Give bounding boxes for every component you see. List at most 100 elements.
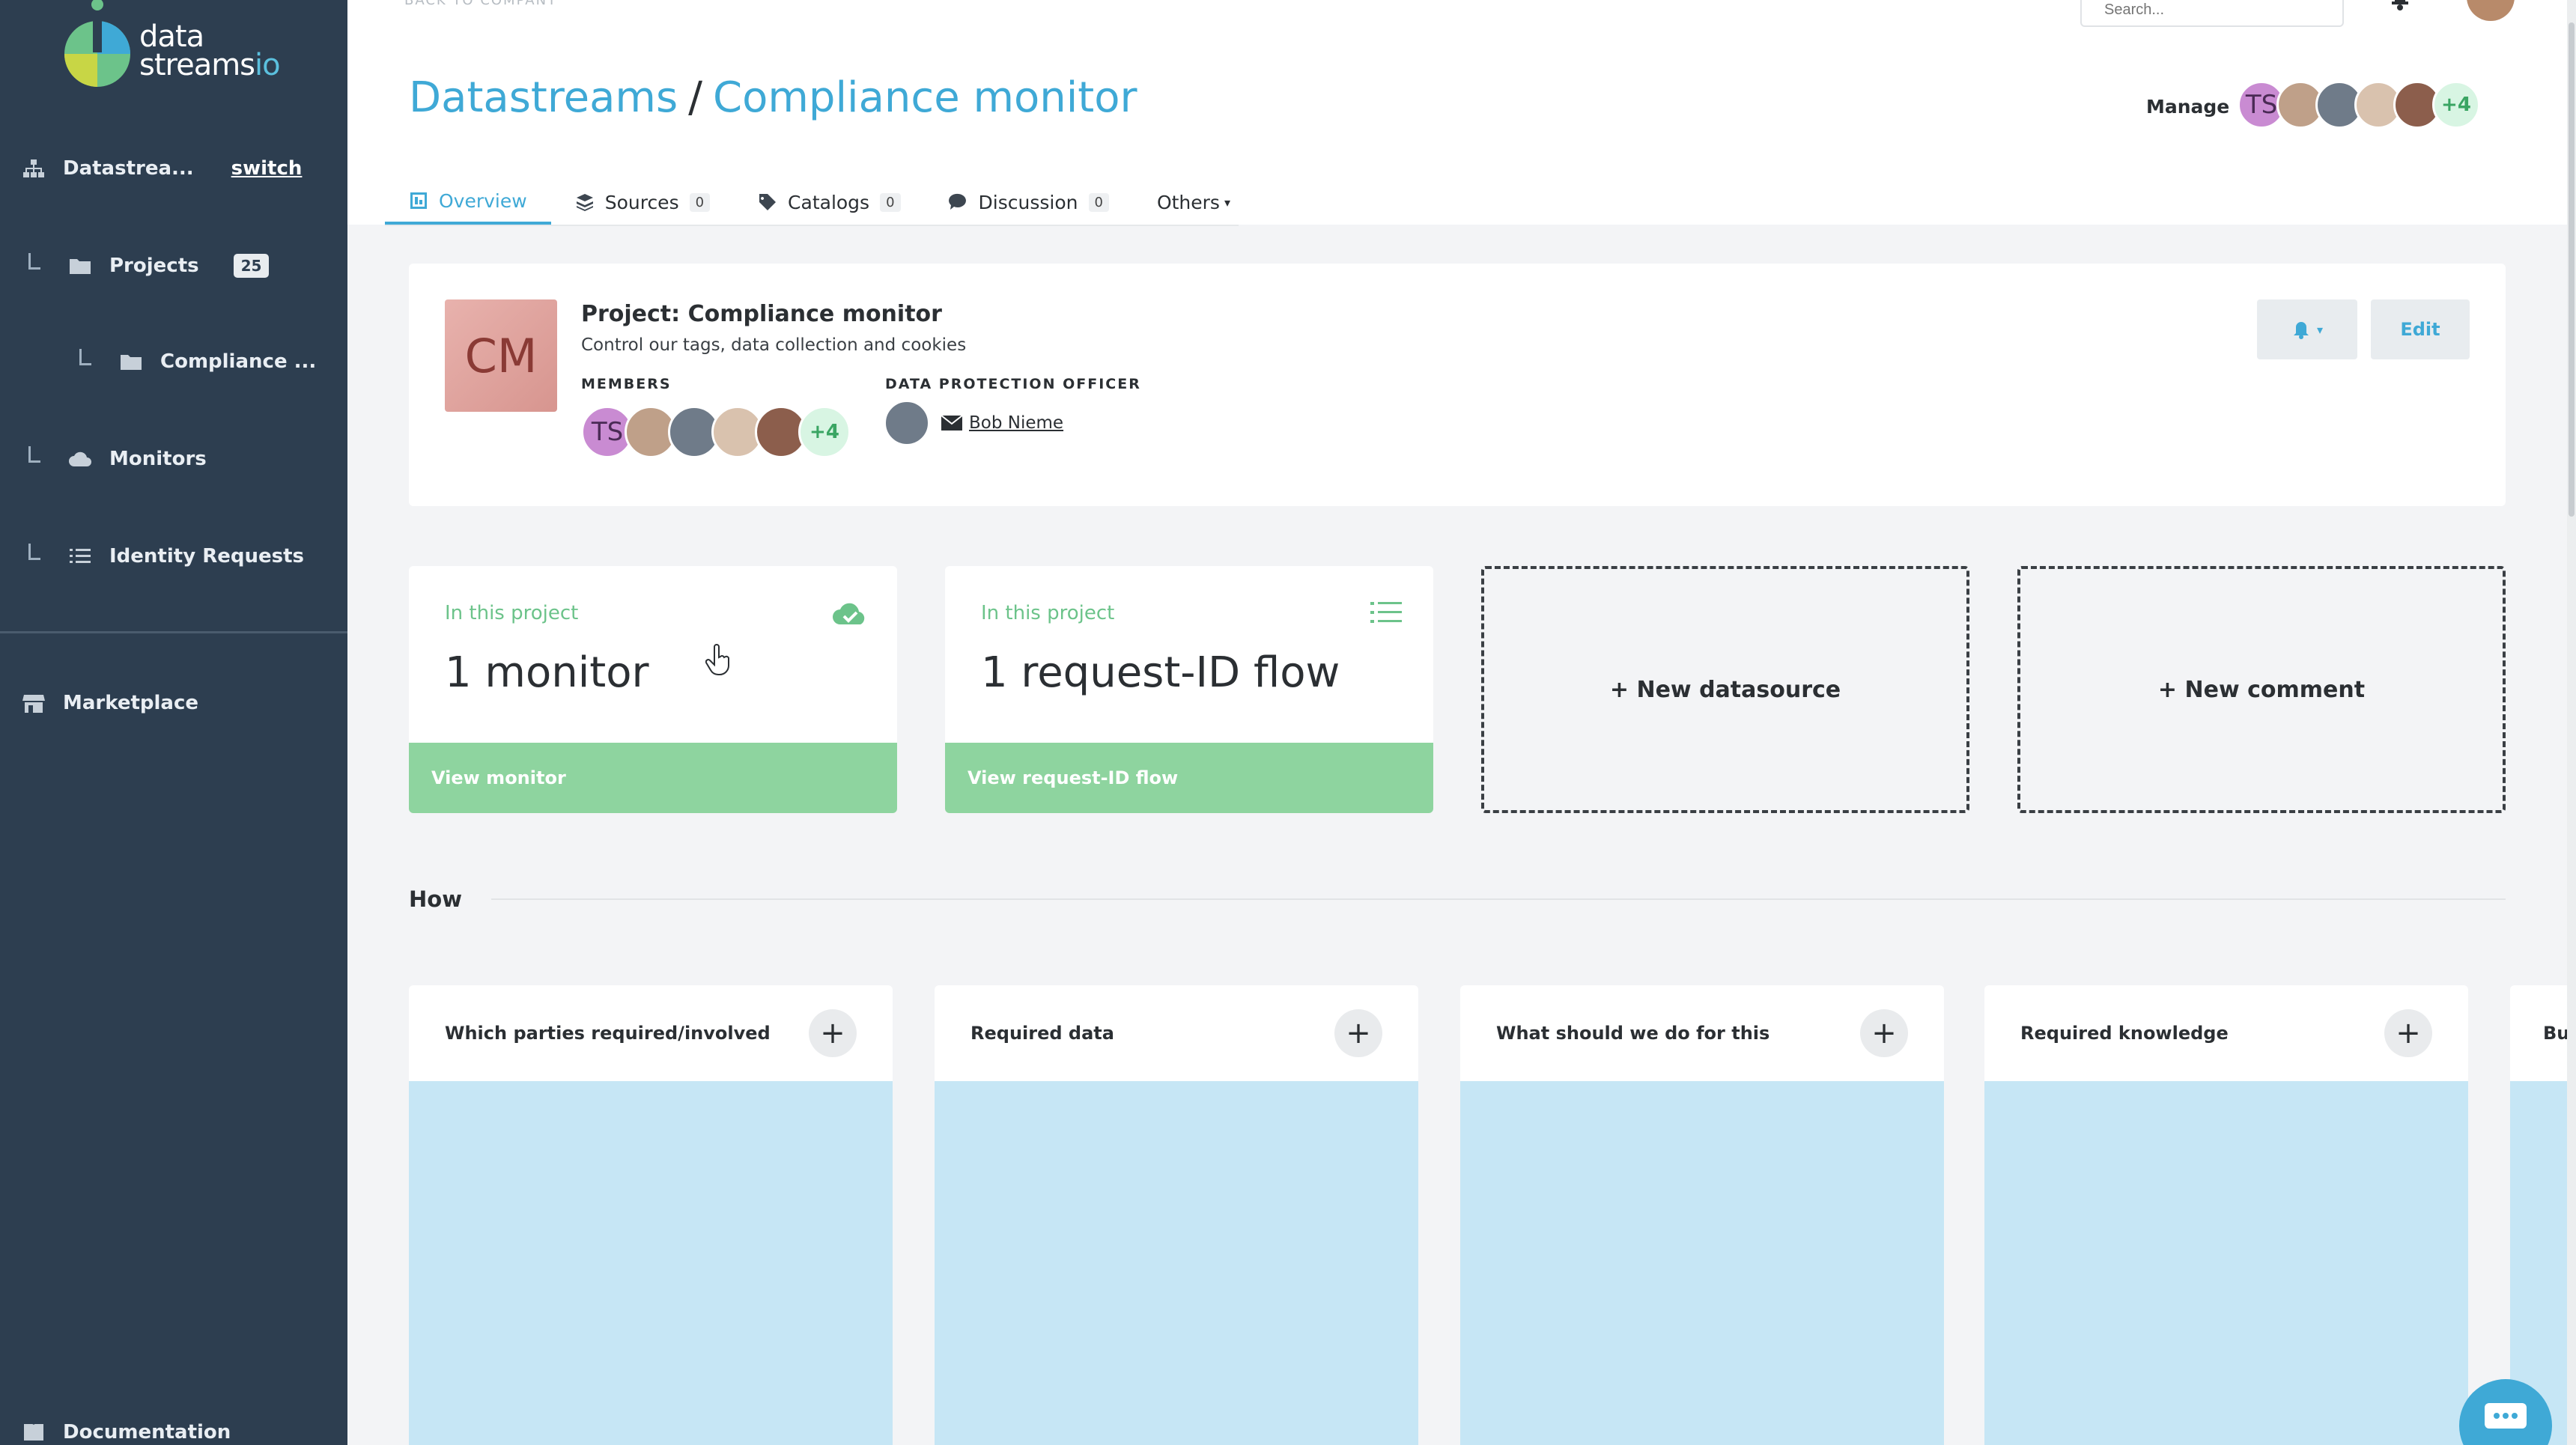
more-members-badge[interactable]: +4 [2432,81,2480,129]
book-icon [21,1420,46,1445]
tree-connector [28,253,40,270]
column-dropzone[interactable] [935,1081,1418,1445]
hand-cursor-icon [705,644,729,675]
how-column: Which parties required/involved + [409,985,893,1445]
column-title: Required data [970,1023,1114,1044]
tab-label: Others [1156,191,1220,213]
section-divider [491,898,2506,900]
breadcrumb-current: Compliance monitor [713,73,1137,122]
members-label: MEMBERS [581,376,672,392]
sidebar-item-compliance[interactable]: Compliance ... [118,349,316,374]
stat-label: In this project [981,602,1115,624]
workspace-label: Datastrea... [63,157,194,180]
sidebar-item-label: Monitors [109,448,207,470]
sidebar-item-documentation[interactable]: Documentation [21,1420,231,1445]
how-section-title: How [409,886,462,912]
how-column-partial: Bu [2510,985,2567,1445]
switch-workspace-link[interactable]: switch [231,157,303,180]
request-flow-stat-card: In this project 1 request-ID flow View r… [945,566,1433,813]
column-header: Bu [2510,985,2567,1081]
breadcrumb-root[interactable]: Datastreams [409,73,678,122]
folder-icon [118,349,144,374]
datastreams-logo[interactable]: data streamsio [63,0,281,90]
sidebar-divider [0,631,347,633]
column-dropzone[interactable] [1460,1081,1944,1445]
column-header: Which parties required/involved + [409,985,893,1081]
tab-others-dropdown[interactable]: Others ▾ [1133,180,1254,225]
layers-icon [576,194,593,211]
back-to-company-link[interactable]: BACK TO COMPANY [404,0,557,8]
view-request-flow-button[interactable]: View request-ID flow [945,743,1433,813]
member-avatars[interactable]: TS +4 [581,406,851,458]
add-item-button[interactable]: + [809,1009,857,1057]
tab-overview[interactable]: Overview [385,180,551,225]
column-header: What should we do for this + [1460,985,1944,1081]
logo-mark-icon [64,0,130,87]
how-column: Required knowledge + [1984,985,2468,1445]
tab-discussion[interactable]: Discussion 0 [925,180,1133,225]
tab-label: Sources [604,191,679,213]
column-dropzone[interactable] [1984,1081,2468,1445]
sidebar-item-workspace[interactable]: Datastrea... switch [21,156,302,181]
stat-label: In this project [445,602,579,624]
tab-sources[interactable]: Sources 0 [551,180,734,225]
how-column: What should we do for this + [1460,985,1944,1445]
project-info-card: CM Project: Compliance monitor Control o… [409,264,2506,506]
notification-settings-button[interactable]: ▾ [2257,299,2357,359]
sidebar-item-label: Projects [109,255,199,277]
sidebar-item-label: Documentation [63,1421,231,1444]
sitemap-icon [21,156,46,181]
column-header: Required knowledge + [1984,985,2468,1081]
envelope-icon [941,415,963,431]
sidebar-item-label: Marketplace [63,692,199,714]
new-datasource-button[interactable]: + New datasource [1481,566,1969,813]
scrollbar-thumb[interactable] [2569,22,2575,517]
projects-count-badge: 25 [233,254,270,278]
list-icon [1370,602,1402,623]
officer-name: Bob Nieme [969,413,1064,433]
tree-connector [79,349,91,365]
folder-icon [67,253,93,279]
officer-email-link[interactable]: Bob Nieme [941,413,1063,433]
search-input[interactable] [2080,0,2344,27]
logo-suffix: io [255,48,281,82]
cloud-icon [67,446,93,472]
sidebar-item-marketplace[interactable]: Marketplace [21,690,198,716]
manage-link[interactable]: Manage [2146,96,2229,118]
edit-project-button[interactable]: Edit [2371,299,2470,359]
more-members-badge[interactable]: +4 [798,406,851,458]
column-header: Required data + [935,985,1418,1081]
sidebar-item-label: Compliance ... [160,350,317,373]
tab-underline [385,225,1239,226]
logo-line1: data [139,19,204,54]
project-title: Project: Compliance monitor [581,301,942,327]
officer-label: DATA PROTECTION OFFICER [885,376,1141,392]
tab-label: Overview [439,189,527,212]
stat-value: 1 request-ID flow [981,648,1340,697]
column-title: Bu [2543,1023,2567,1044]
sidebar-item-projects[interactable]: Projects 25 [67,253,270,279]
view-monitor-button[interactable]: View monitor [409,743,897,813]
column-dropzone[interactable] [409,1081,893,1445]
column-title: Which parties required/involved [445,1023,771,1044]
tab-catalogs[interactable]: Catalogs 0 [734,180,925,225]
sidebar-item-identity-requests[interactable]: Identity Requests [67,544,304,569]
add-item-button[interactable]: + [2384,1009,2432,1057]
caret-down-icon: ▾ [1224,195,1230,210]
new-comment-button[interactable]: + New comment [2017,566,2506,813]
avatar[interactable] [884,400,930,446]
cloud-check-icon [833,603,865,624]
project-tile: CM [445,299,557,412]
data-protection-officer: Bob Nieme [884,400,1063,446]
notification-bell-icon[interactable] [2389,0,2411,12]
logo-text: data streamsio [139,19,281,82]
tag-icon [759,194,777,210]
breadcrumb-separator: / [688,73,703,122]
sidebar-item-monitors[interactable]: Monitors [67,446,207,472]
tree-connector [28,446,40,463]
project-description: Control our tags, data collection and co… [581,335,967,355]
add-item-button[interactable]: + [1860,1009,1908,1057]
tab-count-badge: 0 [880,192,901,212]
team-avatars[interactable]: TS +4 [2238,81,2480,129]
add-item-button[interactable]: + [1334,1009,1382,1057]
